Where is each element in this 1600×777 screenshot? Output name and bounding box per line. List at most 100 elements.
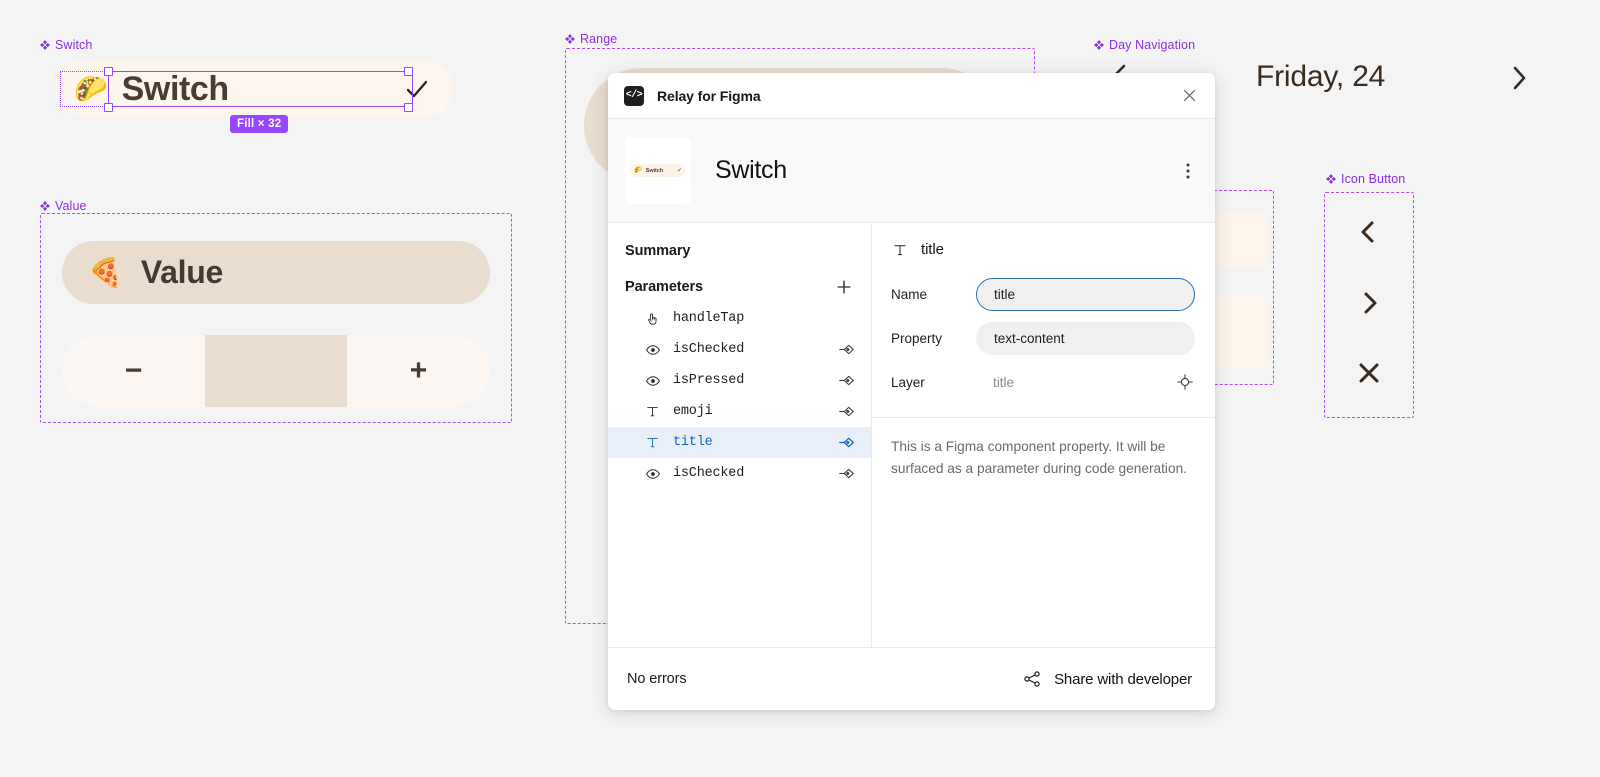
frame-label-day-navigation: Day Navigation xyxy=(1094,38,1195,52)
parameter-description: This is a Figma component property. It w… xyxy=(891,439,1187,477)
dialog-body: Summary Parameters handleTap isChecked i… xyxy=(608,223,1215,648)
selection-handle-bl[interactable] xyxy=(104,103,113,112)
parameter-row-isChecked-2[interactable]: isChecked xyxy=(608,458,871,489)
check-icon xyxy=(403,75,431,103)
selection-handle-tl[interactable] xyxy=(104,67,113,76)
thumbnail-taco-emoji: 🌮 xyxy=(634,167,643,174)
day-navigation-label: Friday, 24 xyxy=(1256,60,1386,93)
relay-plugin-dialog: </> Relay for Figma 🌮 Switch ✓ Switch Su… xyxy=(608,73,1215,710)
frame-label-icon-button: Icon Button xyxy=(1326,172,1405,186)
component-diamond-icon xyxy=(40,201,50,211)
pizza-emoji: 🍕 xyxy=(88,256,123,288)
parameter-row-title[interactable]: title xyxy=(608,427,871,458)
selection-handle-br[interactable] xyxy=(404,103,413,112)
component-diamond-icon xyxy=(1326,174,1336,184)
close-icon[interactable] xyxy=(1177,84,1201,108)
icon-button-chevron-left[interactable] xyxy=(1351,214,1387,250)
parameters-section-header: Parameters xyxy=(608,265,871,303)
detail-header: title xyxy=(872,223,1215,272)
thumbnail-switch-preview: 🌮 Switch ✓ xyxy=(630,164,686,177)
switch-title-text: Switch xyxy=(121,69,230,108)
frame-label-text: Range xyxy=(580,32,618,46)
name-field-label: Name xyxy=(891,286,928,302)
text-icon xyxy=(891,241,908,258)
text-icon xyxy=(644,403,661,420)
component-diamond-icon xyxy=(565,34,575,44)
chevron-right-icon[interactable] xyxy=(1506,64,1532,92)
parameter-name: isPressed xyxy=(673,373,745,388)
summary-section-label[interactable]: Summary xyxy=(608,237,871,265)
parameter-link-icon[interactable] xyxy=(838,341,855,358)
dialog-title-text: Relay for Figma xyxy=(657,87,761,104)
name-input[interactable]: title xyxy=(976,277,1195,311)
thumbnail-label: Switch xyxy=(645,167,664,174)
value-title-text: Value xyxy=(140,254,223,290)
stepper-control[interactable]: − + xyxy=(62,335,490,407)
stepper-decrement-button[interactable]: − xyxy=(62,356,205,386)
dialog-titlebar: </> Relay for Figma xyxy=(608,73,1215,119)
parameter-link-icon[interactable] xyxy=(838,403,855,420)
component-diamond-icon xyxy=(1094,40,1104,50)
parameter-link-icon[interactable] xyxy=(838,434,855,451)
eye-icon xyxy=(644,465,661,482)
parameters-panel: Summary Parameters handleTap isChecked i… xyxy=(608,223,872,647)
tap-icon xyxy=(644,310,661,327)
parameter-detail-panel: title Name title Property text-content L… xyxy=(872,223,1215,647)
property-select[interactable]: text-content xyxy=(976,321,1195,355)
selection-handle-tr[interactable] xyxy=(404,67,413,76)
fill-count-badge: Fill × 32 xyxy=(230,115,289,133)
parameter-link-placeholder xyxy=(838,310,855,327)
stepper-increment-button[interactable]: + xyxy=(347,356,490,386)
detail-header-title: title xyxy=(921,241,944,258)
parameter-row-isChecked-1[interactable]: isChecked xyxy=(608,334,871,365)
frame-label-switch: Switch xyxy=(40,38,92,52)
frame-label-text: Value xyxy=(55,199,87,213)
name-field-row: Name title xyxy=(872,272,1215,316)
frame-label-value: Value xyxy=(40,199,87,213)
parameter-name: handleTap xyxy=(673,311,745,326)
share-with-developer-button[interactable]: Share with developer xyxy=(1023,670,1192,688)
parameter-row-handleTap[interactable]: handleTap xyxy=(608,303,871,334)
relay-logo-icon: </> xyxy=(624,85,644,106)
icon-button-chevron-right[interactable] xyxy=(1351,285,1387,321)
thumbnail-check-icon: ✓ xyxy=(676,168,682,174)
frame-label-text: Switch xyxy=(55,38,93,52)
parameter-row-emoji[interactable]: emoji xyxy=(608,396,871,427)
layer-field-row: Layer title xyxy=(872,360,1215,404)
relay-logo-glyph: </> xyxy=(625,90,643,101)
plus-icon[interactable] xyxy=(834,277,854,297)
parameter-link-icon[interactable] xyxy=(838,465,855,482)
more-vertical-icon[interactable] xyxy=(1175,158,1201,184)
frame-label-text: Day Navigation xyxy=(1109,38,1196,52)
layer-value: title xyxy=(993,374,1015,390)
frame-label-range: Range xyxy=(565,32,617,46)
component-diamond-icon xyxy=(40,40,50,50)
parameter-name: isChecked xyxy=(673,466,745,481)
property-field-row: Property text-content xyxy=(872,316,1215,360)
status-text: No errors xyxy=(627,671,687,687)
parameter-name: emoji xyxy=(673,404,713,419)
component-name-heading: Switch xyxy=(715,156,787,184)
frame-label-text: Icon Button xyxy=(1341,172,1406,186)
dialog-hero: 🌮 Switch ✓ Switch xyxy=(608,119,1215,223)
stepper-value-field[interactable] xyxy=(205,335,347,407)
text-icon xyxy=(644,434,661,451)
eye-icon xyxy=(644,341,661,358)
icon-button-close-x[interactable] xyxy=(1351,355,1387,391)
dialog-footer: No errors Share with developer xyxy=(608,648,1215,710)
share-button-label: Share with developer xyxy=(1054,670,1192,688)
parameter-row-isPressed[interactable]: isPressed xyxy=(608,365,871,396)
figma-canvas: Switch 🌮 Switch Fill × 32 Value 🍕 Value … xyxy=(0,0,1600,777)
parameters-section-label: Parameters xyxy=(625,279,703,295)
taco-emoji: 🌮 xyxy=(74,73,108,104)
layer-field-label: Layer xyxy=(891,374,925,390)
share-icon xyxy=(1023,670,1041,688)
value-pill[interactable]: 🍕 Value xyxy=(62,241,490,304)
parameter-name: isChecked xyxy=(673,342,745,357)
target-icon[interactable] xyxy=(1175,372,1195,392)
parameter-name: title xyxy=(673,435,713,450)
component-thumbnail: 🌮 Switch ✓ xyxy=(625,137,691,204)
switch-component[interactable]: 🌮 Switch xyxy=(58,60,453,118)
eye-icon xyxy=(644,372,661,389)
parameter-link-icon[interactable] xyxy=(838,372,855,389)
